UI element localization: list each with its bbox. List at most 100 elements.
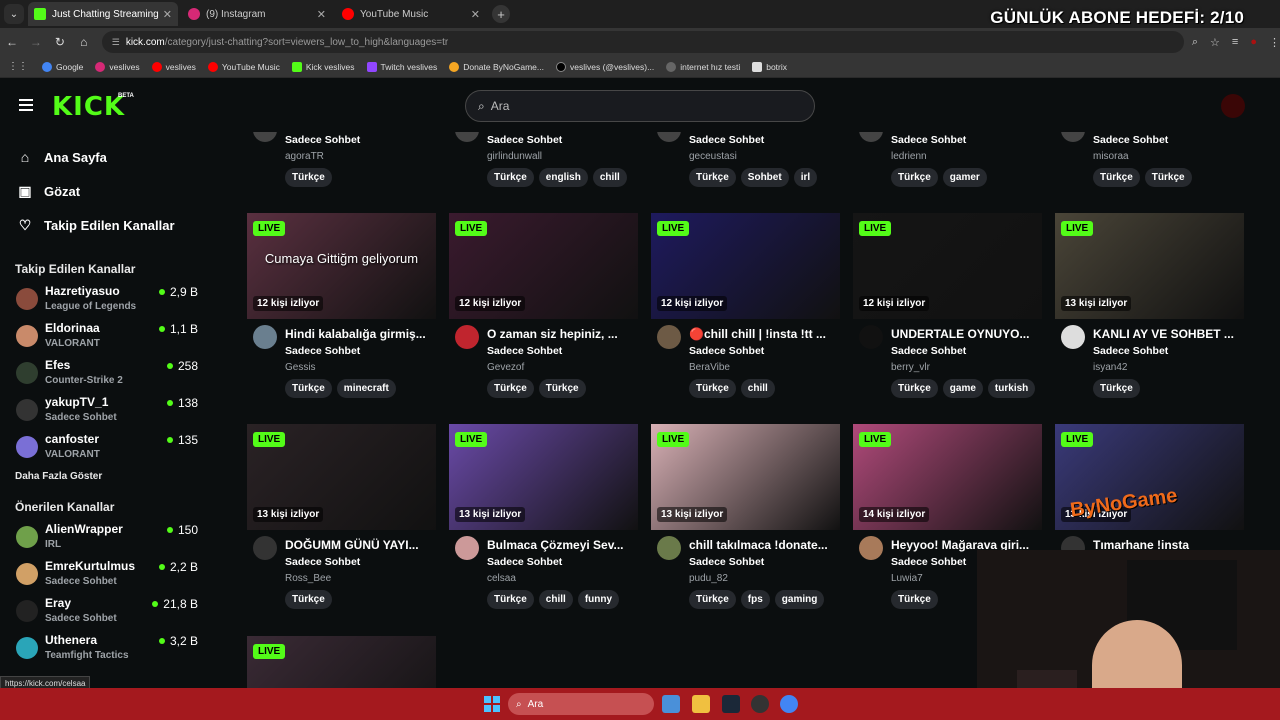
stream-thumbnail[interactable]: LIVE 12 kişi izliyor xyxy=(853,213,1042,319)
channel-avatar[interactable] xyxy=(1061,325,1085,349)
tag[interactable]: Türkçe xyxy=(487,590,534,609)
tag[interactable]: Türkçe xyxy=(1093,168,1140,187)
stream-title[interactable]: Bulmaca Çözmeyi Sev... xyxy=(487,538,637,552)
stream-thumbnail[interactable]: LIVE 13 kişi izliyor xyxy=(651,424,840,530)
stream-thumbnail[interactable]: LIVE 12 kişi izliyor xyxy=(449,213,638,319)
kick-logo[interactable]: KICK xyxy=(52,92,125,122)
tab-instagram[interactable]: (9) Instagram ✕ xyxy=(182,2,332,26)
stream-card[interactable]: LIVE xyxy=(247,636,436,688)
profile-icon[interactable]: ● xyxy=(1250,36,1257,49)
tag[interactable]: Türkçe xyxy=(487,379,534,398)
bookmark-donate[interactable]: Donate ByNoGame... xyxy=(449,61,544,72)
stream-title[interactable]: O zaman siz hepiniz, ... xyxy=(487,327,637,341)
stream-title[interactable]: chill takılmaca !donate... xyxy=(689,538,839,552)
streamer-name[interactable]: agoraTR xyxy=(285,151,324,162)
stream-thumbnail[interactable]: LIVE xyxy=(247,636,436,688)
tag[interactable]: Türkçe xyxy=(891,168,938,187)
channel-avatar[interactable] xyxy=(657,536,681,560)
streamer-name[interactable]: Ross_Bee xyxy=(285,573,331,584)
stream-thumbnail[interactable]: LIVE Cumaya Gittiğm geliyorum 12 kişi izli… xyxy=(247,213,436,319)
sidebar-channel[interactable]: Eray Sadece Sohbet 21,8 B xyxy=(0,594,210,631)
streamer-name[interactable]: girlindunwall xyxy=(487,151,542,162)
tag[interactable]: Türkçe xyxy=(891,590,938,609)
bookmark-tiktok[interactable]: veslives (@veslives)... xyxy=(556,61,654,72)
streamer-name[interactable]: berry_vlr xyxy=(891,362,930,373)
bookmark-youtube-music[interactable]: YouTube Music xyxy=(207,61,280,72)
bookmark-botrix[interactable]: botrix xyxy=(752,61,787,72)
stream-category[interactable]: Sadece Sohbet xyxy=(1093,345,1168,357)
stream-category[interactable]: Sadece Sohbet xyxy=(1093,134,1168,146)
bookmark-speedtest[interactable]: internet hız testi xyxy=(666,61,740,72)
stream-title[interactable]: DOĞUMM GÜNÜ YAYI... xyxy=(285,538,435,552)
tag[interactable]: Türkçe xyxy=(1144,168,1192,187)
stream-category[interactable]: Sadece Sohbet xyxy=(285,134,360,146)
url-field[interactable]: ☰ kick.com /category/just-chatting?sort=… xyxy=(101,31,1184,53)
streamer-name[interactable]: Gevezof xyxy=(487,362,524,373)
stream-category[interactable]: Sadece Sohbet xyxy=(285,556,360,568)
menu-dots-icon[interactable]: ⋮ xyxy=(1269,36,1280,49)
sidebar-channel[interactable]: Eldorinaa VALORANT 1,1 B xyxy=(0,319,210,356)
streamer-name[interactable]: Gessis xyxy=(285,362,316,373)
taskbar-search[interactable]: ⌕ Ara xyxy=(508,693,654,715)
channel-avatar[interactable] xyxy=(657,325,681,349)
tag[interactable]: Türkçe xyxy=(538,379,586,398)
streamer-name[interactable]: isyan42 xyxy=(1093,362,1127,373)
stream-category[interactable]: Sadece Sohbet xyxy=(689,345,764,357)
streamer-name[interactable]: geceustasi xyxy=(689,151,737,162)
back-icon[interactable]: ← xyxy=(0,35,24,49)
tab-search-button[interactable]: ⌄ xyxy=(4,4,24,24)
channel-avatar[interactable] xyxy=(859,325,883,349)
tag[interactable]: gamer xyxy=(942,168,987,187)
photos-icon[interactable] xyxy=(662,695,680,713)
stream-card[interactable]: LIVE 13 kişi izliyor KANLI AY VE SOHBET ..… xyxy=(1055,213,1244,403)
tag[interactable]: turkish xyxy=(987,379,1036,398)
stream-thumbnail[interactable]: LIVE 13 kişi izliyor xyxy=(247,424,436,530)
home-icon[interactable]: ⌂ xyxy=(72,35,96,49)
sidebar-channel[interactable]: AlienWrapper IRL 150 xyxy=(0,520,210,557)
tag[interactable]: chill xyxy=(538,590,573,609)
tag[interactable]: chill xyxy=(592,168,627,187)
channel-avatar[interactable] xyxy=(455,325,479,349)
nav-browse[interactable]: ▣ Gözat xyxy=(0,174,210,208)
tag[interactable]: Türkçe xyxy=(285,590,332,609)
windows-start-icon[interactable] xyxy=(484,696,500,712)
tag[interactable]: funny xyxy=(577,590,620,609)
tag[interactable]: Türkçe xyxy=(689,168,736,187)
tag[interactable]: Türkçe xyxy=(891,379,938,398)
channel-avatar[interactable] xyxy=(253,132,277,142)
stream-thumbnail[interactable]: LIVE 14 kişi izliyor xyxy=(853,424,1042,530)
stream-category[interactable]: Sadece Sohbet xyxy=(891,345,966,357)
sidebar-channel[interactable]: Uthenera Teamfight Tactics 3,2 B xyxy=(0,631,210,668)
stream-thumbnail[interactable]: LIVE 13 kişi izliyor xyxy=(1055,213,1244,319)
tag[interactable]: gaming xyxy=(774,590,825,609)
stream-category[interactable]: Sadece Sohbet xyxy=(891,556,966,568)
tag[interactable]: fps xyxy=(740,590,770,609)
bookmark-kick[interactable]: Kick veslives xyxy=(291,61,355,72)
close-icon[interactable]: ✕ xyxy=(471,8,480,21)
stream-card[interactable]: LIVE 12 kişi izliyor O zaman siz hepiniz, … xyxy=(449,213,638,403)
sidebar-channel[interactable]: Efes Counter-Strike 2 258 xyxy=(0,356,210,393)
stream-category[interactable]: Sadece Sohbet xyxy=(689,556,764,568)
zoom-icon[interactable]: ⌕ xyxy=(1192,36,1198,49)
tag[interactable]: game xyxy=(942,379,983,398)
search-input[interactable]: ⌕ Ara xyxy=(465,90,815,122)
tag[interactable]: Sohbet xyxy=(740,168,789,187)
user-avatar[interactable] xyxy=(1221,94,1245,118)
steam-icon[interactable] xyxy=(722,695,740,713)
tag[interactable]: Türkçe xyxy=(487,168,534,187)
stream-card[interactable]: LIVE 12 kişi izliyor UNDERTALE OYNUYO... Sa… xyxy=(853,213,1042,403)
bookmark-instagram[interactable]: veslives xyxy=(95,61,140,72)
stream-title[interactable]: 🔴chill chill | !insta !tt ... xyxy=(689,327,839,341)
channel-avatar[interactable] xyxy=(253,536,277,560)
tag[interactable]: Türkçe xyxy=(1093,379,1140,398)
streamer-name[interactable]: BeraVibe xyxy=(689,362,730,373)
nav-home[interactable]: ⌂ Ana Sayfa xyxy=(0,140,210,174)
tag[interactable]: chill xyxy=(740,379,775,398)
tag[interactable]: Türkçe xyxy=(285,168,332,187)
streamer-name[interactable]: Luwia7 xyxy=(891,573,923,584)
show-more-button[interactable]: Daha Fazla Göster xyxy=(0,471,210,482)
channel-avatar[interactable] xyxy=(657,132,681,142)
channel-avatar[interactable] xyxy=(859,536,883,560)
stream-title[interactable]: Hindi kalabalığa girmiş... xyxy=(285,327,435,341)
sidebar-channel[interactable]: Hazretiyasuo League of Legends 2,9 B xyxy=(0,282,210,319)
